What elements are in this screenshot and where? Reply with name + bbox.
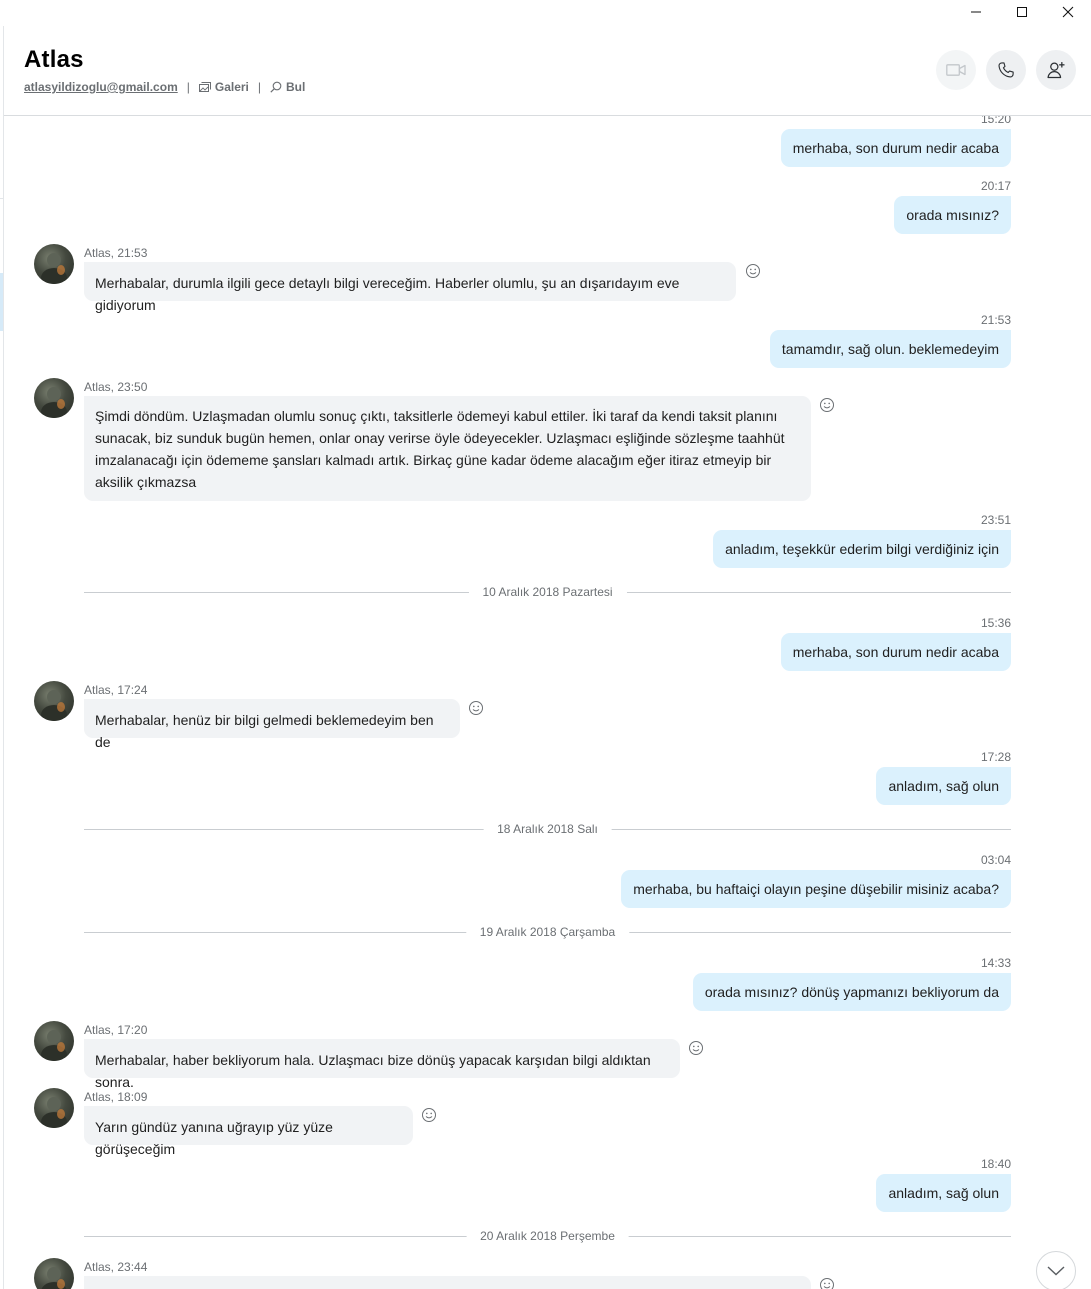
add-participant-button[interactable] — [1036, 50, 1076, 90]
sender-meta: Atlas, 17:24 — [84, 683, 148, 697]
smiley-icon[interactable] — [745, 263, 761, 279]
gallery-label: Galeri — [214, 80, 249, 94]
outgoing-message[interactable]: anladım, teşekkür ederim bilgi verdiğini… — [713, 530, 1011, 568]
outgoing-message[interactable]: anladım, sağ olun — [876, 767, 1011, 805]
date-separator: 10 Aralık 2018 Pazartesi — [84, 582, 1011, 602]
close-icon — [1062, 6, 1074, 18]
incoming-message[interactable]: Merhabalar, henüz bir bilgi gelmedi bekl… — [84, 699, 460, 750]
video-call-icon — [946, 64, 966, 76]
message-time: 17:28 — [980, 750, 1011, 764]
call-actions — [936, 50, 1076, 90]
message-time: 20:17 — [980, 179, 1011, 193]
incoming-message[interactable] — [84, 1276, 811, 1289]
message-time: 14:33 — [980, 956, 1011, 970]
date-label: 10 Aralık 2018 Pazartesi — [468, 585, 627, 599]
incoming-message[interactable]: Merhabalar, durumla ilgili gece detaylı … — [84, 262, 736, 313]
smiley-icon[interactable] — [468, 700, 484, 716]
contact-email-link[interactable]: atlasyildizoglu@gmail.com — [24, 80, 178, 94]
maximize-button[interactable] — [999, 0, 1045, 24]
add-person-icon — [1047, 62, 1065, 79]
avatar[interactable] — [34, 378, 74, 418]
incoming-message[interactable]: Şimdi döndüm. Uzlaşmadan olumlu sonuç çı… — [84, 396, 811, 501]
gallery-icon — [198, 82, 211, 92]
maximize-icon — [1017, 7, 1027, 17]
sender-meta: Atlas, 23:44 — [84, 1260, 148, 1274]
conversation-header: Atlas atlasyildizoglu@gmail.com | Galeri… — [4, 24, 1091, 116]
sender-meta: Atlas, 18:09 — [84, 1090, 148, 1104]
smiley-icon[interactable] — [819, 1277, 835, 1289]
phone-call-icon — [998, 62, 1014, 78]
close-button[interactable] — [1045, 0, 1091, 24]
search-icon — [270, 81, 282, 93]
date-separator: 18 Aralık 2018 Salı — [84, 819, 1011, 839]
smiley-icon[interactable] — [819, 397, 835, 413]
avatar[interactable] — [34, 244, 74, 284]
message-time: 15:36 — [980, 616, 1011, 630]
message-time: 23:51 — [980, 513, 1011, 527]
message-time: 15:20 — [980, 116, 1011, 126]
scroll-to-bottom-button[interactable] — [1036, 1251, 1076, 1289]
sender-meta: Atlas, 17:20 — [84, 1023, 148, 1037]
date-separator: 20 Aralık 2018 Perşembe — [84, 1226, 1011, 1246]
avatar[interactable] — [34, 1258, 74, 1289]
divider: | — [257, 80, 262, 94]
outgoing-message[interactable]: anladım, sağ olun — [876, 1174, 1011, 1212]
outgoing-message[interactable]: orada mısınız? — [894, 196, 1011, 234]
minimize-icon — [971, 11, 981, 13]
minimize-button[interactable] — [953, 0, 999, 24]
find-label: Bul — [286, 80, 306, 94]
avatar[interactable] — [34, 1088, 74, 1128]
smiley-icon[interactable] — [688, 1040, 704, 1056]
message-time: 03:04 — [980, 853, 1011, 867]
avatar[interactable] — [34, 681, 74, 721]
incoming-message[interactable]: Merhabalar, haber bekliyorum hala. Uzlaş… — [84, 1039, 680, 1090]
sender-meta: Atlas, 21:53 — [84, 246, 148, 260]
message-list[interactable]: 15:20 merhaba, son durum nedir acaba 20:… — [0, 116, 1091, 1289]
message-time: 21:53 — [980, 313, 1011, 327]
video-call-button[interactable] — [936, 50, 976, 90]
smiley-icon[interactable] — [421, 1107, 437, 1123]
find-link[interactable]: Bul — [270, 80, 305, 94]
outgoing-message[interactable]: merhaba, bu haftaiçi olayın peşine düşeb… — [621, 870, 1011, 908]
date-label: 20 Aralık 2018 Perşembe — [466, 1229, 629, 1243]
chevron-down-icon — [1047, 1266, 1065, 1276]
contact-info-bar: atlasyildizoglu@gmail.com | Galeri | Bul — [24, 80, 305, 94]
outgoing-message[interactable]: orada mısınız? dönüş yapmanızı bekliyoru… — [692, 973, 1011, 1011]
outgoing-message[interactable]: merhaba, son durum nedir acaba — [780, 633, 1011, 671]
incoming-message[interactable]: Yarın gündüz yanına uğrayıp yüz yüze gör… — [84, 1106, 413, 1157]
gallery-link[interactable]: Galeri — [198, 80, 249, 94]
date-separator: 19 Aralık 2018 Çarşamba — [84, 922, 1011, 942]
date-label: 18 Aralık 2018 Salı — [483, 822, 612, 836]
page-title[interactable]: Atlas — [24, 46, 84, 74]
outgoing-message[interactable]: merhaba, son durum nedir acaba — [780, 129, 1011, 167]
sender-meta: Atlas, 23:50 — [84, 380, 148, 394]
date-label: 19 Aralık 2018 Çarşamba — [465, 925, 630, 939]
message-time: 18:40 — [980, 1157, 1011, 1171]
outgoing-message[interactable]: tamamdır, sağ olun. beklemedeyim — [769, 330, 1011, 368]
divider: | — [186, 80, 190, 94]
window-controls — [953, 0, 1091, 24]
audio-call-button[interactable] — [986, 50, 1026, 90]
avatar[interactable] — [34, 1021, 74, 1061]
